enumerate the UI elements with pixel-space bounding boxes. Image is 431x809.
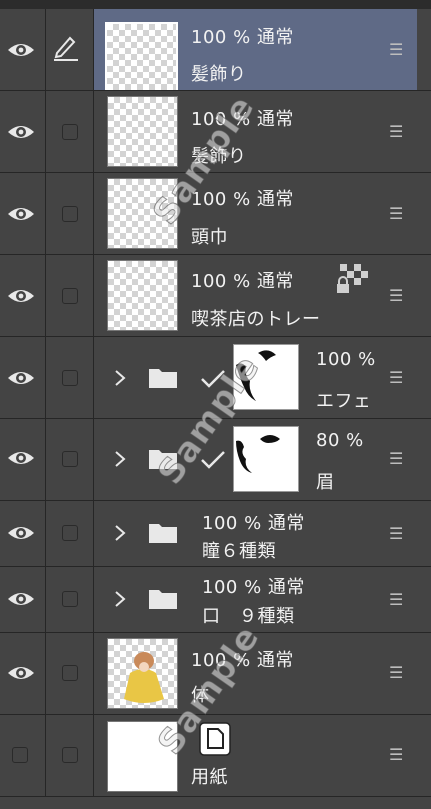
eye-icon[interactable]: [7, 123, 35, 141]
layer-name: 用紙: [191, 767, 228, 788]
layer-row[interactable]: 100 % 通常 頭巾 ☰: [0, 173, 431, 255]
layer-thumbnail: [105, 22, 178, 95]
pen-icon[interactable]: [50, 31, 80, 61]
layer-row[interactable]: 100 % 通常 髪飾り ☰: [0, 9, 431, 95]
edit-checkbox[interactable]: [62, 665, 78, 681]
chevron-right-icon[interactable]: [113, 369, 127, 387]
drag-handle-icon[interactable]: ☰: [389, 747, 403, 763]
layer-name: 髪飾り: [191, 64, 247, 85]
visibility-checkbox[interactable]: [12, 747, 28, 763]
edit-checkbox[interactable]: [62, 451, 78, 467]
layer-name: 眉: [316, 472, 335, 493]
eye-icon[interactable]: [7, 205, 35, 223]
layer-opacity: 80 %: [316, 430, 364, 451]
chevron-right-icon[interactable]: [113, 450, 127, 468]
layer-opacity-blend: 100 % 通常: [202, 577, 305, 598]
layer-opacity: 100 %: [316, 349, 376, 370]
folder-layer-row[interactable]: 100 % 通常 口 ９種類 ☰: [0, 567, 431, 633]
layer-name: 頭巾: [191, 227, 228, 248]
folder-layer-row[interactable]: 100 % 通常 瞳６種類 ☰: [0, 501, 431, 567]
edit-checkbox[interactable]: [62, 370, 78, 386]
drag-handle-icon[interactable]: ☰: [389, 665, 403, 681]
eye-icon[interactable]: [7, 369, 35, 387]
panel-top-strip: [0, 0, 431, 9]
edit-checkbox[interactable]: [62, 525, 78, 541]
edit-checkbox[interactable]: [62, 288, 78, 304]
layer-opacity-blend: 100 % 通常: [202, 513, 305, 534]
edit-checkbox[interactable]: [62, 591, 78, 607]
drag-handle-icon[interactable]: ☰: [389, 206, 403, 222]
layer-thumbnail: [107, 260, 178, 331]
layer-name: 喫茶店のトレー: [191, 309, 321, 330]
drag-handle-icon[interactable]: ☰: [389, 592, 403, 608]
drag-handle-icon[interactable]: ☰: [389, 370, 403, 386]
drag-handle-icon[interactable]: ☰: [389, 42, 403, 58]
drag-handle-icon[interactable]: ☰: [389, 124, 403, 140]
folder-icon: [149, 369, 177, 388]
folder-icon: [149, 524, 177, 543]
edit-checkbox[interactable]: [62, 124, 78, 140]
chevron-right-icon[interactable]: [113, 590, 127, 608]
layer-opacity-blend: 100 % 通常: [191, 271, 294, 292]
eye-icon[interactable]: [7, 524, 35, 542]
panel-bottom-strip: [0, 797, 431, 809]
edit-checkbox[interactable]: [62, 747, 78, 763]
chevron-right-icon[interactable]: [113, 524, 127, 542]
lock-transparent-icon: [337, 264, 368, 293]
drag-handle-icon[interactable]: ☰: [389, 288, 403, 304]
drag-handle-icon[interactable]: ☰: [389, 526, 403, 542]
eye-icon[interactable]: [7, 41, 35, 59]
layer-name: エフェク: [316, 391, 368, 412]
eye-icon[interactable]: [7, 664, 35, 682]
layer-mask-thumbnail: [233, 426, 299, 492]
eye-icon[interactable]: [7, 590, 35, 608]
layer-thumbnail: [107, 638, 178, 709]
layer-name: 口 ９種類: [202, 606, 295, 627]
layer-thumbnail: [107, 96, 178, 167]
drag-handle-icon[interactable]: ☰: [389, 451, 403, 467]
eye-icon[interactable]: [7, 287, 35, 305]
layer-opacity-blend: 100 % 通常: [191, 27, 294, 48]
edit-checkbox[interactable]: [62, 206, 78, 222]
folder-icon: [149, 590, 177, 609]
eye-icon[interactable]: [7, 449, 35, 467]
layer-name: 瞳６種類: [202, 541, 276, 562]
